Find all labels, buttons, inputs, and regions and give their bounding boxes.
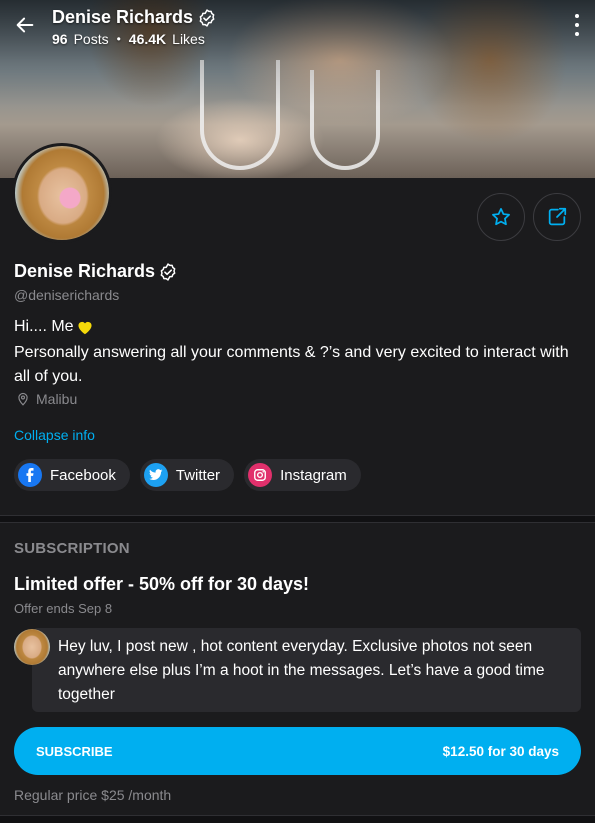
subscribe-label: SUBSCRIBE: [36, 743, 113, 759]
offer-title: Limited offer - 50% off for 30 days!: [14, 574, 310, 594]
likes-count: 46.4K: [128, 31, 167, 47]
offer-ends: Offer ends Sep 8: [14, 601, 113, 616]
star-icon: [492, 208, 510, 226]
profile-name: Denise Richards: [14, 261, 178, 282]
back-button[interactable]: [12, 12, 38, 38]
twitter-icon: [143, 463, 168, 487]
collapse-info-link[interactable]: Collapse info: [14, 427, 95, 443]
header-title: Denise Richards: [52, 7, 217, 28]
more-dot: [575, 32, 579, 36]
bio-greeting: Hi.... Me: [14, 318, 94, 336]
twitter-label: Twitter: [175, 466, 221, 484]
twitter-link[interactable]: Twitter: [139, 459, 235, 491]
social-links: Facebook Twitter Instagram: [14, 459, 361, 491]
facebook-icon: [18, 463, 42, 487]
profile-handle: @deniserichards: [14, 287, 120, 303]
header-name-text: Denise Richards: [52, 7, 194, 27]
more-dot: [575, 23, 579, 27]
avatar[interactable]: [12, 143, 112, 243]
header-stats: 96 Posts • 46.4K Likes: [52, 31, 205, 47]
likes-label: Likes: [172, 31, 205, 47]
share-icon: [548, 207, 567, 226]
more-options-button[interactable]: [573, 14, 581, 36]
facebook-label: Facebook: [50, 466, 116, 484]
posts-label: Posts: [73, 31, 109, 47]
bio-text: Personally answering all your comments &…: [14, 344, 569, 385]
stats-separator: •: [116, 32, 121, 46]
bio-greeting-text: Hi.... Me: [14, 318, 74, 335]
message-avatar: [14, 629, 50, 665]
location-text: Malibu: [36, 391, 78, 407]
subscribe-button[interactable]: SUBSCRIBE $12.50 for 30 days: [14, 727, 581, 775]
yellow-heart-icon: [78, 321, 92, 335]
subscription-heading: SUBSCRIPTION: [14, 540, 130, 557]
favorite-button[interactable]: [477, 193, 525, 241]
verified-icon: [199, 8, 215, 27]
subscription-message-text: Hey luv, I post new , hot content everyd…: [58, 638, 545, 703]
instagram-icon: [248, 463, 273, 487]
share-button[interactable]: [533, 193, 581, 241]
instagram-link[interactable]: Instagram: [244, 459, 361, 491]
location-pin-icon: [18, 392, 28, 406]
facebook-link[interactable]: Facebook: [14, 459, 130, 491]
posts-count: 96: [52, 31, 68, 47]
subscribe-price: $12.50 for 30 days: [442, 743, 559, 759]
regular-price: Regular price $25 /month: [14, 787, 172, 803]
arrow-left-icon: [16, 17, 34, 33]
verified-icon: [160, 262, 176, 281]
subscription-message: Hey luv, I post new , hot content everyd…: [32, 628, 581, 712]
instagram-label: Instagram: [280, 466, 347, 484]
bottom-divider: [0, 815, 595, 823]
section-divider: [0, 515, 595, 523]
more-dot: [575, 14, 579, 18]
location: Malibu: [16, 391, 77, 407]
profile-name-text: Denise Richards: [14, 261, 156, 281]
